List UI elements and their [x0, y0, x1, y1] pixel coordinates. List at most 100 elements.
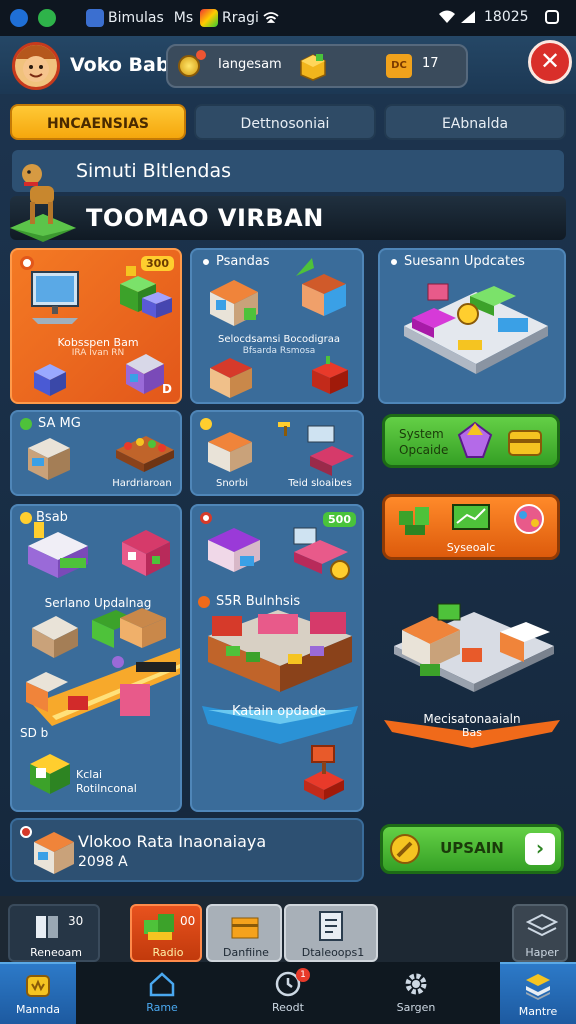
shop-icon — [34, 832, 74, 874]
card-title: Vlokoo Rata Inaonaiaya — [78, 832, 267, 851]
upgrade-button[interactable]: UPSAIN › — [380, 824, 564, 874]
card-system-updates[interactable]: Suesann Updcates — [378, 248, 566, 404]
card-title: Mecisatonaaialn — [423, 712, 521, 726]
card-sub: 2098 A — [78, 854, 128, 870]
card-sub: Selocdsamsi Bocodigraa — [218, 334, 340, 345]
workshop-icon — [394, 603, 554, 692]
action-danfiine[interactable]: Danfiine — [206, 904, 282, 962]
book-icon — [36, 916, 58, 938]
button-title: System — [399, 427, 444, 441]
action-radio[interactable]: 00 Radio — [130, 904, 202, 962]
monitor-icon — [452, 504, 490, 530]
status-notification-1: Bimulas Ms — [86, 9, 193, 27]
action-dtaleoops[interactable]: Dtaleoops1 — [284, 904, 378, 962]
card-dot-icon — [388, 256, 400, 268]
layers-icon — [526, 913, 558, 937]
card-vlokoo[interactable]: Vlokoo Rata Inaonaiaya 2098 A — [10, 818, 364, 882]
card-sub2: Teid sloaibes — [288, 478, 352, 489]
button-title2: Opcaide — [399, 443, 449, 457]
card-office[interactable]: 300 Kobsspen Bam IRA Ivan RN D — [10, 248, 182, 404]
home-icon — [149, 972, 175, 997]
syseoalc-button[interactable]: Syseoalc — [382, 494, 560, 560]
nav-reodt[interactable]: 1 Reodt — [250, 962, 326, 1024]
action-reneoam[interactable]: 30 Reneoam — [8, 904, 100, 962]
card-sub: Hardriaroan — [112, 478, 172, 489]
document-icon — [319, 911, 343, 941]
blocks-icon — [120, 266, 172, 318]
nav-label: Sargen — [396, 1001, 436, 1014]
computer-icon — [31, 271, 79, 324]
nav-label: Rame — [146, 1001, 178, 1014]
action-label: Danfiine — [223, 946, 269, 959]
status-app2-label: Rragi — [222, 10, 259, 26]
close-button[interactable]: ✕ — [528, 40, 572, 84]
resource1-label: Iangesam — [218, 57, 282, 72]
card-psandas[interactable]: Psandas Selocdsamsi Bocodigraa Bfsarda R… — [190, 248, 364, 404]
notification-badge: 1 — [296, 968, 310, 982]
action-label: Haper — [525, 946, 559, 959]
ornament-icon — [514, 504, 544, 534]
isometric-plaza-icon — [404, 283, 548, 374]
action-count: 30 — [68, 914, 84, 928]
city-road-icon — [26, 608, 180, 726]
app-icon — [86, 9, 104, 27]
chest-icon — [508, 430, 542, 456]
wrench-icon — [390, 834, 420, 864]
crates-icon — [399, 507, 429, 535]
sign-stand-icon — [304, 745, 344, 800]
card-dot-icon — [200, 256, 212, 268]
card-dot-icon — [20, 418, 32, 430]
resource-bar: Iangesam DC 17 — [166, 44, 468, 88]
action-label: Dtaleoops1 — [301, 946, 365, 959]
nav-sargen[interactable]: Sargen — [378, 962, 454, 1024]
signal-icon — [461, 11, 475, 23]
card-city-update[interactable]: Bsab Serlano Updalnag SD b Kclai Rotilnc… — [10, 504, 182, 812]
player-avatar[interactable] — [12, 42, 60, 90]
factory-icon — [28, 522, 88, 578]
action-count: 00 — [180, 914, 196, 928]
notification-dot — [196, 50, 206, 60]
kiosk-icon — [30, 754, 70, 794]
card-label3: Rotilnconal — [76, 782, 137, 795]
card-shop[interactable]: Snorbi Teid sloaibes — [190, 410, 364, 496]
recent-apps-icon — [544, 10, 559, 24]
card-title: Psandas — [216, 254, 270, 269]
card-title: SA MG — [38, 416, 81, 431]
crates-icon — [144, 914, 174, 940]
tab-hncaensias[interactable]: HNCAENSIAS — [10, 104, 186, 140]
tab-eabnalda[interactable]: EAbnalda — [384, 104, 566, 140]
store-icon — [28, 438, 70, 480]
status-notification-2: Rragi — [200, 9, 279, 27]
banner-subtitle: TOOMAO VIRBAN — [86, 204, 324, 232]
system-upgrade-button[interactable]: System Opcaide — [382, 414, 560, 468]
status-bar: Bimulas Ms Rragi 18025 — [0, 0, 576, 36]
card-label1: SD b — [20, 726, 49, 740]
gold-crate-icon — [300, 54, 326, 81]
action-label: Radio — [152, 946, 184, 959]
cube-icon — [34, 364, 66, 396]
market-complex-icon — [208, 610, 352, 692]
tab-dettnosoniai[interactable]: Dettnosoniai — [194, 104, 376, 140]
card-s5r-buildings[interactable]: 500 S5R Bulnhsis Katain opdade — [190, 504, 364, 812]
nav-mantre[interactable]: Mantre — [500, 962, 576, 1024]
gem-icon — [457, 421, 493, 458]
nav-label: Reodt — [272, 1001, 304, 1014]
button-title: Syseoalc — [446, 541, 496, 554]
status-right: 18025 — [438, 9, 559, 25]
banner-title: Simuti Bltlendas — [76, 160, 232, 182]
card-mechanics[interactable]: Mecisatonaaialn Bas — [378, 580, 566, 750]
card-title: Suesann Updcates — [404, 254, 525, 269]
card-label2: Kclai — [76, 768, 103, 781]
nav-rame[interactable]: Rame — [124, 962, 200, 1024]
status-app-icons — [10, 9, 56, 27]
billboard-icon — [307, 425, 354, 476]
shop-icon — [302, 274, 346, 316]
card-market[interactable]: SA MG Hardriaroan — [10, 410, 182, 496]
action-haper[interactable]: Haper — [512, 904, 568, 962]
status-app1b-label: Ms — [173, 10, 194, 26]
package-icon — [231, 917, 259, 939]
card-sub: Katain opdade — [232, 704, 326, 719]
chevron-right-icon: › — [525, 833, 555, 865]
nav-label: Mannda — [16, 1003, 60, 1016]
nav-mannda[interactable]: Mannda — [0, 962, 76, 1024]
